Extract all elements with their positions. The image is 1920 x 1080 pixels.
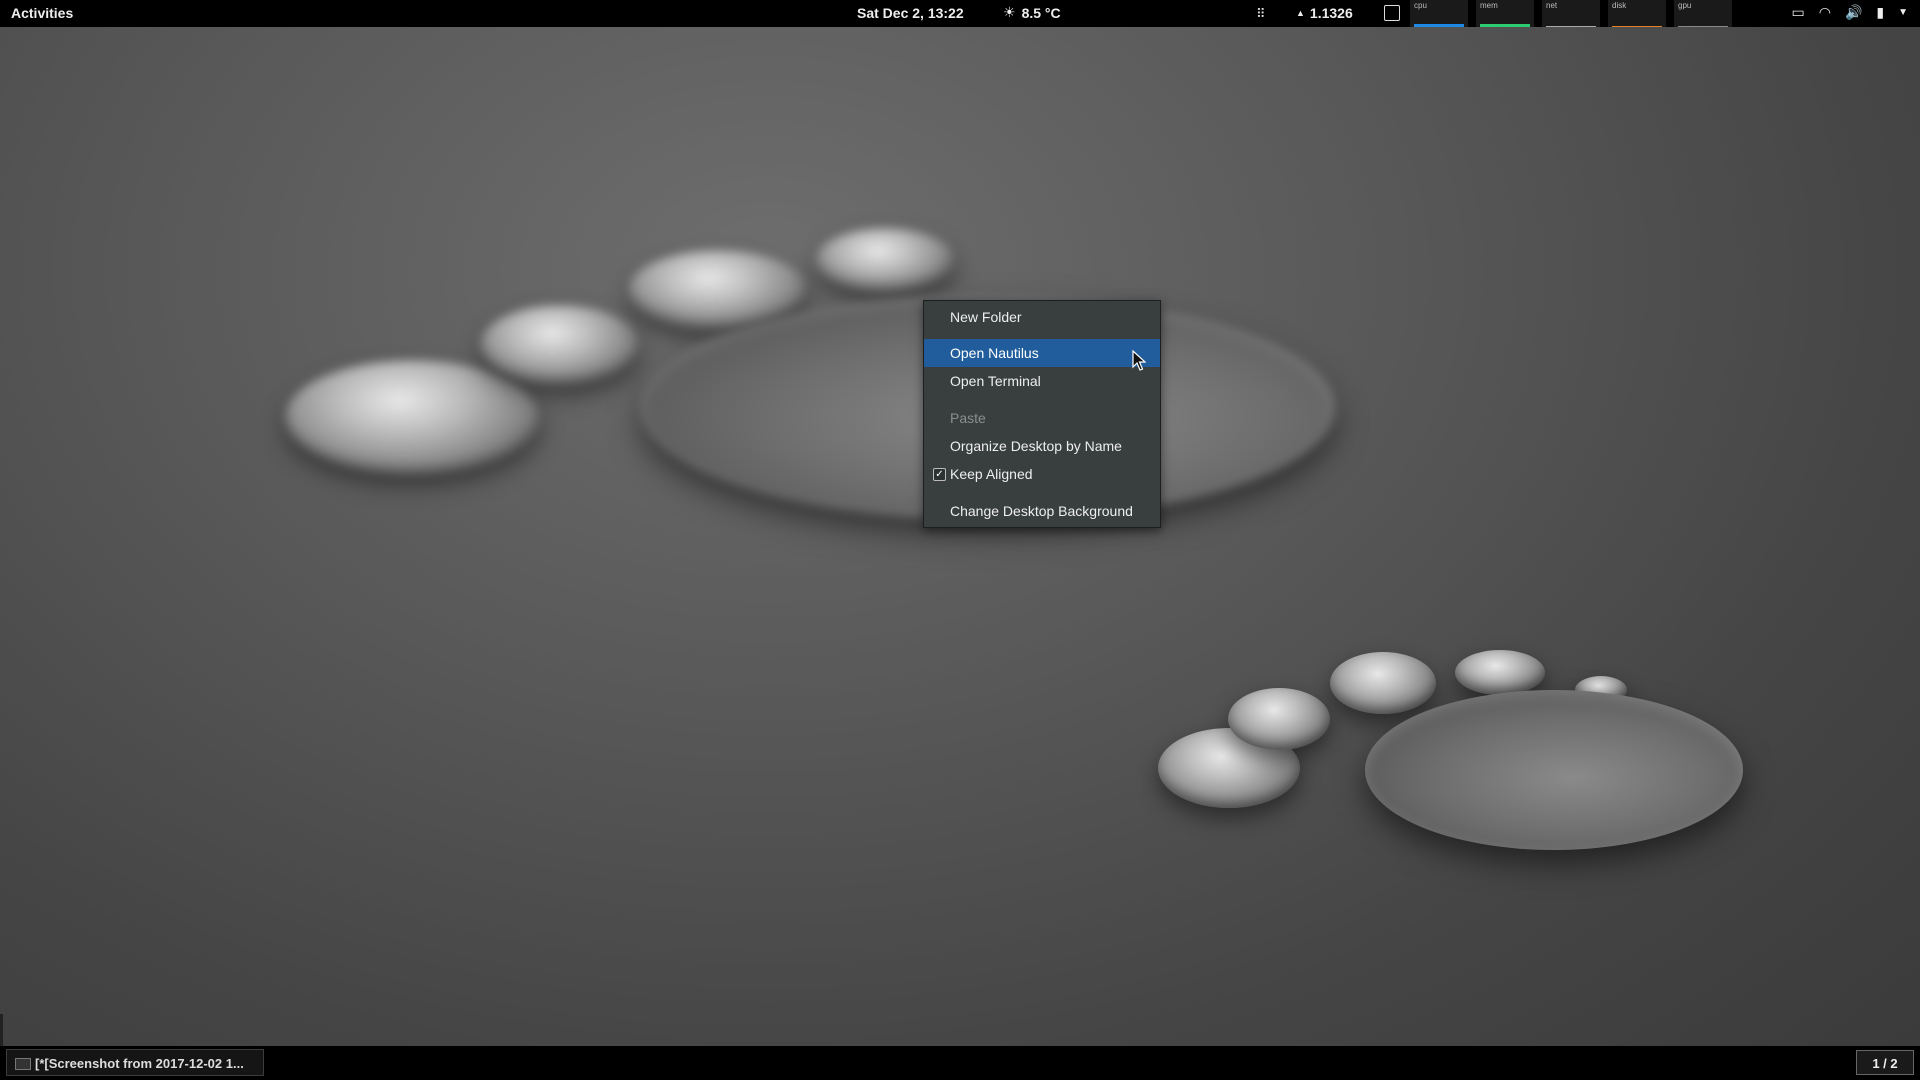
display-icon[interactable]: ▭ [1791,4,1804,21]
activities-button[interactable]: Activities [11,5,73,21]
water-drop [480,305,640,385]
menu-item-label: Change Desktop Background [950,503,1133,519]
mem-graph: mem [1476,0,1534,27]
water-drop [285,360,540,475]
graph-bar [1612,26,1662,27]
workspace-indicator[interactable]: 1 / 2 [1856,1050,1914,1075]
menu-item-label: New Folder [950,309,1022,325]
wifi-icon[interactable]: ◠ [1819,4,1831,21]
disk-graph: disk [1608,0,1666,27]
graph-label: gpu [1678,1,1692,10]
menu-item-paste[interactable]: Paste [924,404,1160,432]
water-drop [1455,650,1545,695]
system-monitor-graphs[interactable]: cpu mem net disk gpu [1410,0,1732,27]
water-drop [1330,652,1436,714]
up-arrow-icon: ▲ [1296,8,1305,18]
bottom-panel: [*[Screenshot from 2017-12-02 1... 1 / 2 [0,1046,1920,1080]
gpu-graph: gpu [1674,0,1732,27]
menu-item-label: Organize Desktop by Name [950,438,1122,454]
graph-bar [1480,24,1530,27]
terminal-icon [15,1058,31,1070]
menu-item-organize-desktop[interactable]: Organize Desktop by Name [924,432,1160,460]
menu-item-label: Open Nautilus [950,345,1039,361]
desktop-wallpaper[interactable] [0,0,1920,1080]
menu-item-open-terminal[interactable]: Open Terminal [924,367,1160,395]
rate-value: 1.1326 [1309,5,1353,21]
rate-indicator[interactable]: ▲ 1.1326 [1296,5,1353,21]
water-drop [1365,690,1743,850]
dropdown-arrow-icon[interactable]: ▼ [1898,7,1908,18]
water-drop [815,228,955,293]
panel-edge [0,1014,3,1046]
app-grid-icon[interactable]: ⠿ [1256,6,1265,22]
cpu-graph: cpu [1410,0,1468,27]
sun-icon: ☀ [1003,4,1016,20]
graph-label: net [1546,1,1558,10]
menu-item-label: Paste [950,410,986,426]
system-monitor-icon[interactable] [1384,5,1400,21]
menu-item-label: Keep Aligned [950,466,1033,482]
taskbar-window-button[interactable]: [*[Screenshot from 2017-12-02 1... [6,1049,264,1076]
graph-label: cpu [1414,1,1427,10]
clock[interactable]: Sat Dec 2, 13:22 [857,5,964,21]
weather-temperature: 8.5 °C [1021,4,1061,21]
menu-item-label: Open Terminal [950,373,1041,389]
desktop-context-menu: New Folder Open Nautilus Open Terminal P… [923,300,1161,528]
net-graph: net [1542,0,1600,27]
graph-bar [1678,26,1728,27]
graph-label: mem [1480,1,1498,10]
mouse-pointer-icon [1132,350,1146,371]
system-tray[interactable]: ▭ ◠ 🔊 ▮ ▼ [1791,4,1908,21]
menu-item-open-nautilus[interactable]: Open Nautilus [924,339,1160,367]
weather-indicator[interactable]: ☀ 8.5 °C [1003,4,1061,21]
menu-item-new-folder[interactable]: New Folder [924,303,1160,331]
checkbox-checked-icon[interactable]: ✓ [933,468,946,481]
graph-bar [1546,26,1596,27]
menu-item-keep-aligned[interactable]: ✓ Keep Aligned [924,460,1160,488]
graph-bar [1414,24,1464,27]
top-bar: Activities Sat Dec 2, 13:22 ☀ 8.5 °C ⠿ ▲… [0,0,1920,27]
water-drop [1228,688,1330,750]
volume-icon[interactable]: 🔊 [1845,4,1862,21]
graph-label: disk [1612,1,1627,10]
menu-item-change-background[interactable]: Change Desktop Background [924,497,1160,525]
battery-icon[interactable]: ▮ [1876,4,1884,21]
taskbar-window-title: [*[Screenshot from 2017-12-02 1... [35,1056,244,1071]
